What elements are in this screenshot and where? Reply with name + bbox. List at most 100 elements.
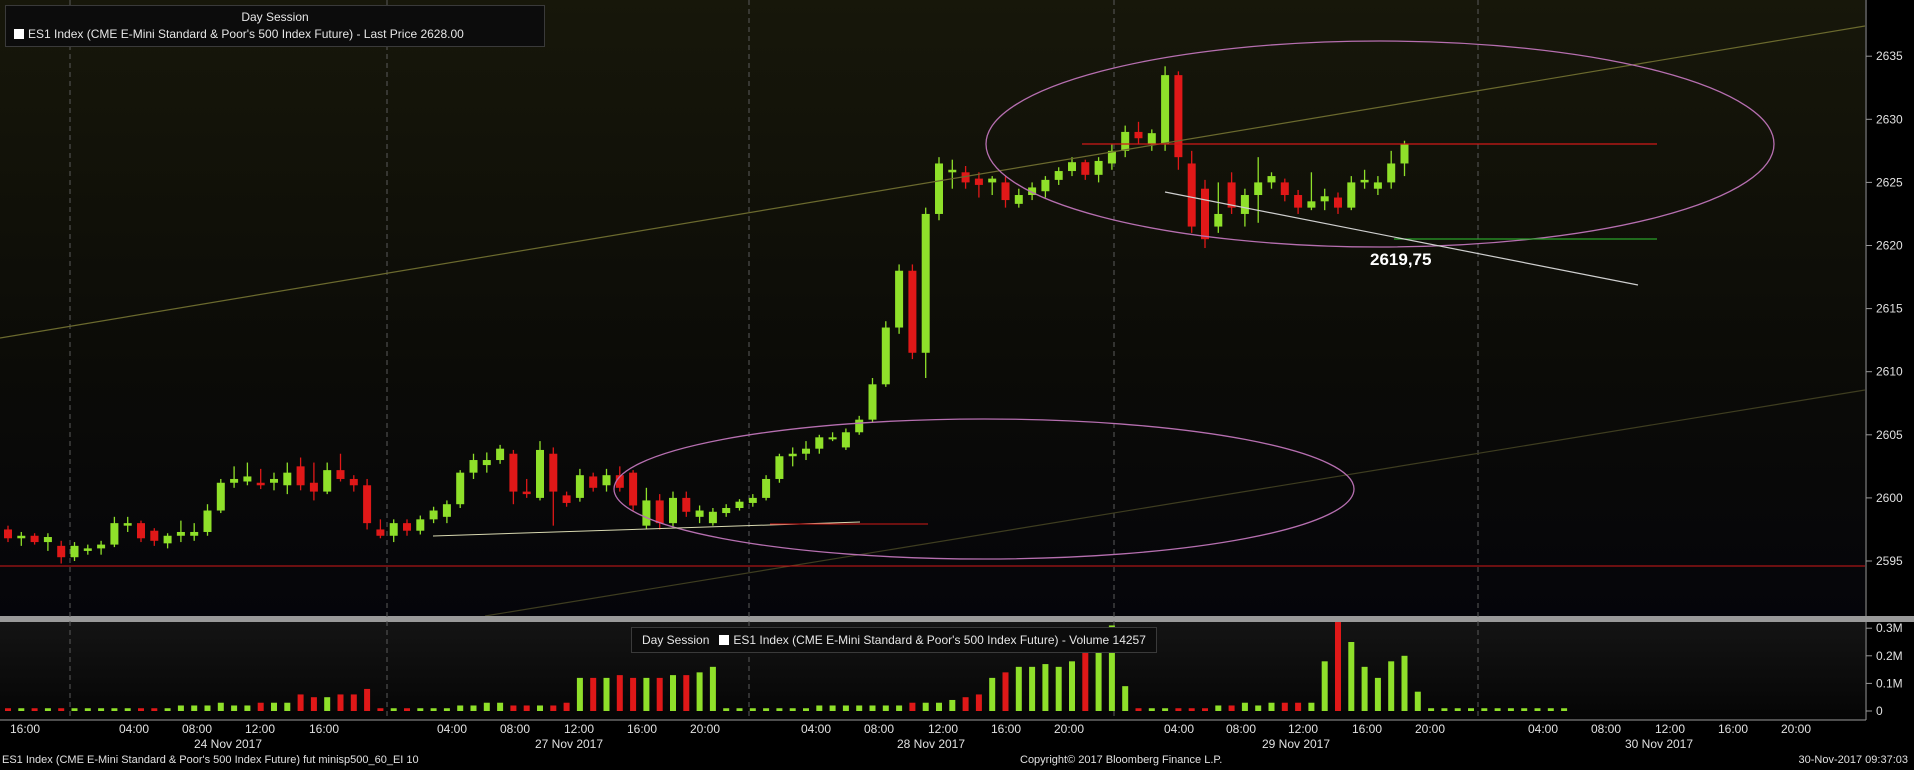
volume-bar xyxy=(111,708,118,711)
volume-bar xyxy=(337,694,344,711)
volume-bar xyxy=(576,677,583,711)
candle-body xyxy=(908,270,917,353)
date-axis-label: 30 Nov 2017 xyxy=(1625,737,1693,751)
candle-body xyxy=(43,537,52,543)
bloomberg-chart: 2595 2600 2605 2610 2615 2620 2625 2630 2635 0 0.1… xyxy=(0,0,1914,751)
volume-bar xyxy=(430,708,437,711)
volume-bar xyxy=(563,702,570,711)
volume-bar xyxy=(138,708,144,711)
date-axis-label: 29 Nov 2017 xyxy=(1262,737,1330,751)
volume-bar xyxy=(364,688,371,711)
volume-legend-series: ES1 Index (CME E-Mini Standard & Poor's … xyxy=(733,633,1146,647)
volume-bar xyxy=(124,708,131,711)
candle-body xyxy=(828,437,837,440)
volume-bar xyxy=(656,677,663,711)
candle-body xyxy=(602,475,611,486)
footer-timestamp: 30-Nov-2017 09:37:03 xyxy=(1798,754,1908,766)
candle-body xyxy=(176,531,185,536)
volume-bar xyxy=(98,708,105,711)
candle-body xyxy=(190,531,199,536)
volume-bar xyxy=(177,705,184,711)
candle-body xyxy=(1320,196,1329,202)
candle-body xyxy=(1280,182,1289,196)
volume-legend: Day Session ES1 Index (CME E-Mini Standa… xyxy=(631,627,1157,653)
volume-bar xyxy=(1454,708,1461,711)
volume-bar xyxy=(324,697,331,711)
volume-bar xyxy=(616,675,623,711)
volume-bar xyxy=(350,694,357,711)
volume-bar xyxy=(869,705,876,711)
candle-body xyxy=(855,419,864,433)
volume-bar xyxy=(1414,691,1421,711)
candle-body xyxy=(655,500,664,524)
candle-body xyxy=(4,529,12,539)
volume-bar xyxy=(1468,708,1474,711)
volume-bar xyxy=(1135,708,1142,711)
volume-bar xyxy=(1335,622,1341,711)
volume-bar xyxy=(1308,702,1315,711)
volume-bar xyxy=(1029,666,1036,711)
volume-axis-label: 0 xyxy=(1876,704,1883,718)
candle-body xyxy=(110,523,119,545)
candle-body xyxy=(17,535,26,539)
volume-bar xyxy=(483,702,490,711)
volume-bar xyxy=(18,708,25,711)
date-axis-label: 24 Nov 2017 xyxy=(194,737,262,751)
volume-bar xyxy=(191,705,198,711)
footer-copyright: Copyright© 2017 Bloomberg Finance L.P. xyxy=(1020,754,1223,766)
volume-bar xyxy=(204,705,211,711)
volume-bar xyxy=(217,702,224,711)
price-legend: Day Session ES1 Index (CME E-Mini Standa… xyxy=(5,5,545,47)
time-axis-label: 12:00 xyxy=(245,722,275,736)
candle-body xyxy=(1147,133,1156,145)
time-axis-label: 16:00 xyxy=(309,722,339,736)
volume-axis-label: 0.1M xyxy=(1876,676,1903,690)
time-axis-label: 20:00 xyxy=(1781,722,1811,736)
volume-bar xyxy=(1082,650,1089,711)
candle-body xyxy=(536,449,544,498)
candle-body xyxy=(482,460,491,466)
volume-bar xyxy=(736,708,743,711)
volume-bar xyxy=(1069,661,1075,711)
candle-body xyxy=(549,453,558,492)
volume-bar xyxy=(989,677,996,711)
candle-body xyxy=(695,510,704,517)
candle-body xyxy=(57,545,66,558)
candle-body xyxy=(669,497,677,524)
candle-body xyxy=(629,472,638,506)
candle-body xyxy=(1001,182,1010,201)
volume-bar xyxy=(457,705,464,711)
time-axis-label: 16:00 xyxy=(10,722,40,736)
candle-body xyxy=(1041,179,1050,192)
price-axis-label: 2610 xyxy=(1876,365,1903,379)
volume-bar xyxy=(776,708,783,711)
volume-axis-label: 0.2M xyxy=(1876,649,1903,663)
candle-body xyxy=(1307,201,1316,208)
volume-bar xyxy=(1561,708,1568,711)
candle-body xyxy=(935,163,943,214)
volume-bar xyxy=(1148,708,1155,711)
candle-body xyxy=(296,466,305,486)
candle-body xyxy=(256,482,265,486)
volume-bar xyxy=(5,708,11,711)
price-axis-label: 2595 xyxy=(1876,554,1903,568)
price-panel-background xyxy=(0,0,1865,616)
candle-body xyxy=(1214,213,1223,227)
volume-bar xyxy=(630,677,637,711)
candle-body xyxy=(868,384,877,420)
candle-body xyxy=(416,519,425,531)
volume-bar xyxy=(1002,672,1009,711)
volume-bar xyxy=(310,697,317,711)
time-axis-label: 16:00 xyxy=(1352,722,1382,736)
candle-body xyxy=(575,475,584,498)
time-axis-label: 20:00 xyxy=(690,722,720,736)
price-axis-label: 2620 xyxy=(1876,239,1903,253)
candle-body xyxy=(323,470,332,492)
volume-bar xyxy=(1441,708,1448,711)
volume-bar xyxy=(470,705,477,711)
date-axis-label: 27 Nov 2017 xyxy=(535,737,603,751)
volume-bar xyxy=(1388,661,1395,711)
volume-bar xyxy=(1547,708,1554,711)
price-axis-label: 2600 xyxy=(1876,491,1903,505)
volume-legend-session: Day Session xyxy=(642,633,710,647)
